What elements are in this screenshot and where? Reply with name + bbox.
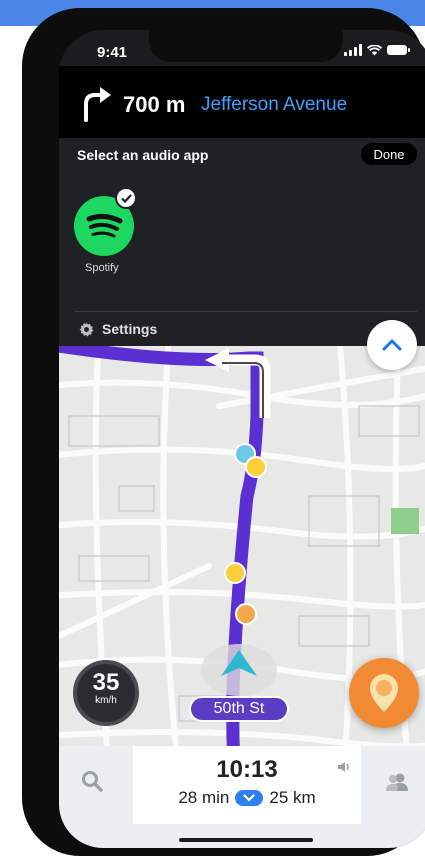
notch (149, 30, 343, 62)
trip-duration: 28 min (178, 788, 230, 807)
trip-distance: 25 km (269, 788, 316, 807)
gear-icon (79, 321, 94, 337)
spotify-app-label: Spotify (85, 262, 119, 274)
contacts-button[interactable] (385, 772, 409, 797)
search-button[interactable] (81, 770, 103, 797)
phone-frame: 9:41 700 m Jefferson Avenue Select an au… (22, 8, 425, 856)
location-pin-icon (370, 674, 398, 712)
report-button[interactable] (349, 658, 419, 728)
signal-icon (344, 44, 362, 56)
arrival-time: 10:13 (216, 756, 278, 783)
chevron-down-icon[interactable] (235, 790, 264, 806)
trip-bar: 10:13 28 min 25 km (59, 746, 425, 848)
users-icon (386, 773, 408, 791)
audio-panel-title: Select an audio app (77, 147, 209, 163)
selected-check-icon (115, 187, 137, 209)
speedometer: 35 km/h (73, 660, 139, 726)
search-icon (82, 771, 103, 792)
trip-summary: 28 min 25 km (133, 788, 361, 808)
turn-right-icon (84, 87, 111, 122)
eta-card[interactable]: 10:13 28 min 25 km (133, 746, 361, 824)
done-button[interactable]: Done (361, 143, 417, 165)
wifi-icon (367, 44, 382, 55)
collapse-panel-button[interactable] (367, 320, 417, 370)
current-street-label: 50th St (189, 696, 289, 722)
home-indicator[interactable] (179, 838, 313, 842)
turn-instruction[interactable]: 700 m Jefferson Avenue (59, 66, 425, 138)
status-icons (344, 44, 410, 56)
turn-street: Jefferson Avenue (201, 94, 348, 115)
app-screen: 9:41 700 m Jefferson Avenue Select an au… (59, 30, 425, 848)
speed-unit: km/h (95, 695, 117, 706)
settings-button[interactable]: Settings (79, 321, 157, 337)
speed-value: 35 (92, 669, 120, 696)
panel-divider (75, 311, 417, 312)
chevron-up-icon (382, 339, 402, 351)
status-time: 9:41 (97, 44, 128, 61)
turn-distance: 700 m (123, 92, 186, 117)
audio-app-panel: Select an audio app Done Spotify Setting… (59, 138, 425, 348)
sound-icon[interactable] (337, 760, 351, 778)
battery-icon (387, 45, 410, 55)
settings-label: Settings (102, 321, 158, 337)
